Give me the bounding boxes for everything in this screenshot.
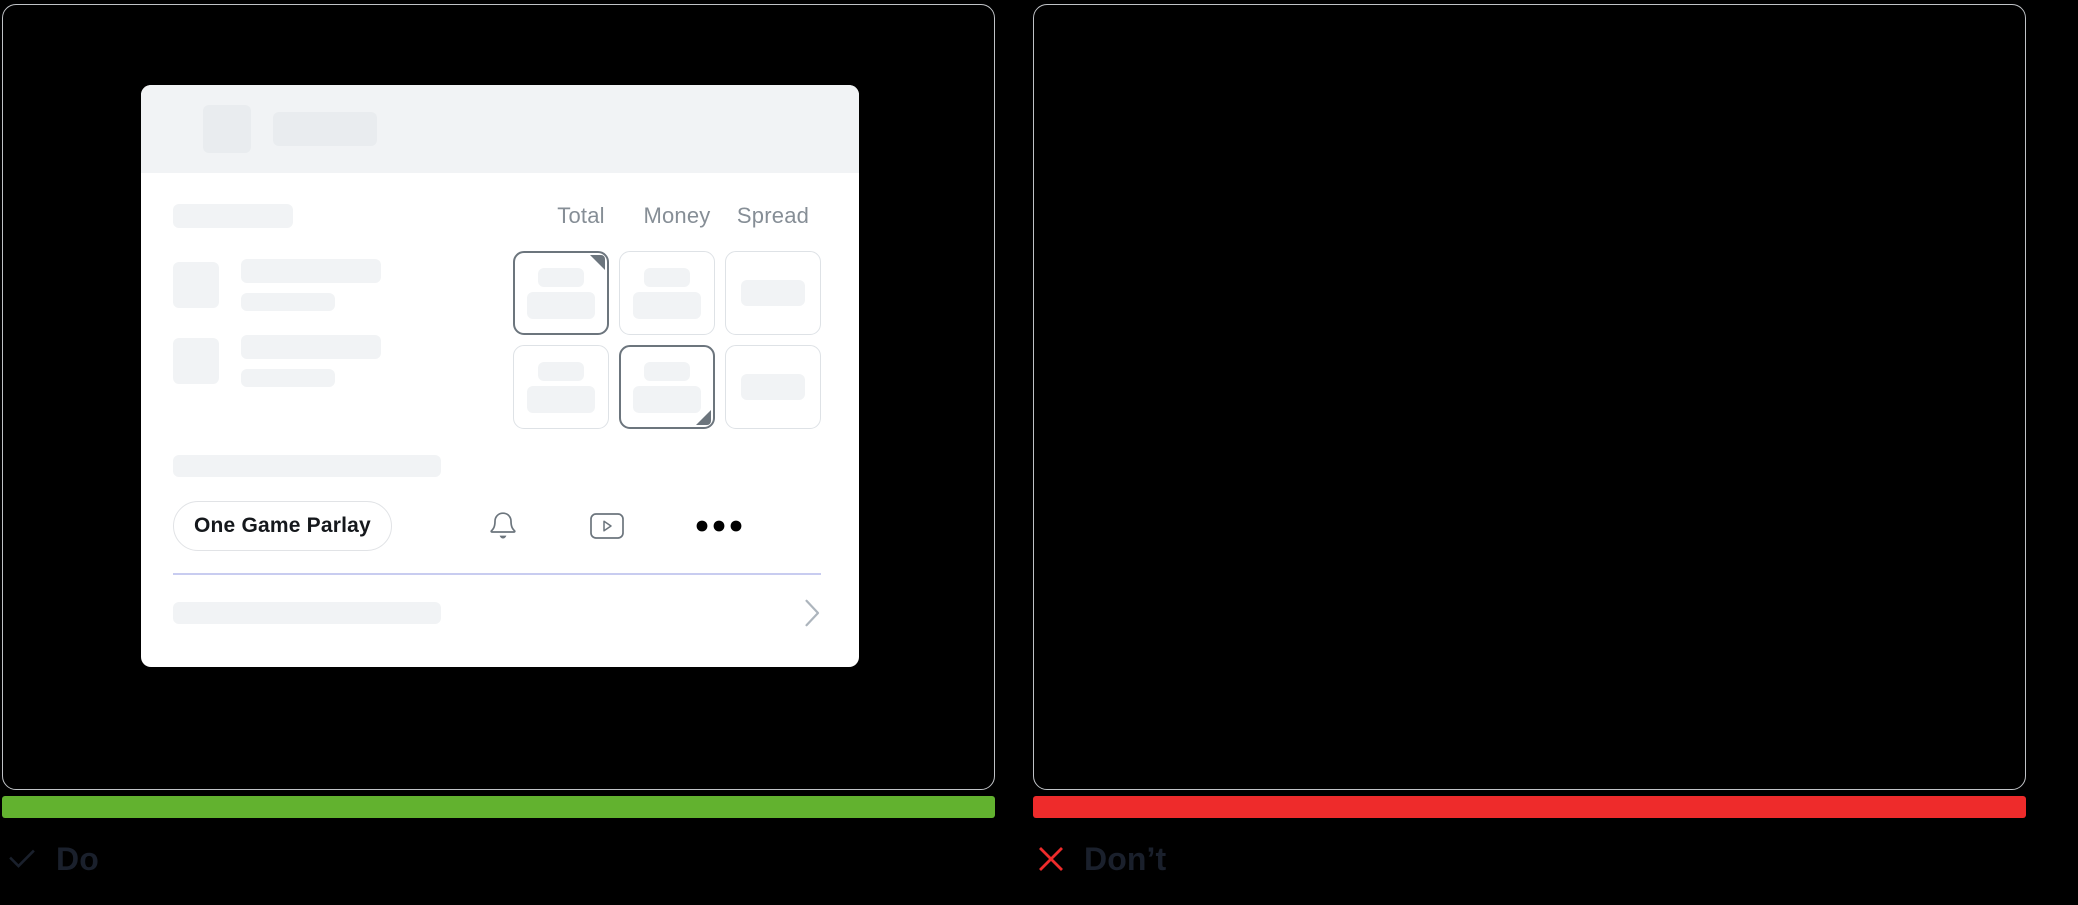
action-icon-group (488, 510, 742, 543)
odds-cell-spread-row2[interactable] (725, 345, 821, 429)
selected-corner-icon (696, 410, 711, 425)
odds-cell-money-row2[interactable] (619, 345, 715, 429)
note-placeholder (173, 455, 441, 477)
video-play-icon (590, 513, 624, 539)
section-divider (173, 573, 821, 575)
team-meta-placeholder (241, 293, 335, 311)
actions-row: One Game Parlay (173, 501, 821, 551)
team-text-placeholders (241, 259, 381, 311)
odds-line-placeholder (538, 361, 584, 381)
example-panel-dont: Total Money Spread (1033, 4, 2026, 790)
odds-grid (513, 251, 821, 429)
odds-price-placeholder (527, 291, 595, 319)
footer-placeholder (173, 602, 441, 624)
odds-line-placeholder (538, 267, 584, 287)
column-header-money: Money (643, 203, 711, 228)
table-row (173, 335, 381, 387)
one-game-parlay-button[interactable]: One Game Parlay (173, 501, 392, 551)
team-name-placeholder (241, 335, 381, 359)
team-list (173, 251, 381, 387)
header-logo-placeholder (203, 105, 251, 153)
odds-cell-money-row1[interactable] (619, 251, 715, 335)
header-title-placeholder (273, 112, 377, 146)
odds-price-placeholder (633, 385, 701, 413)
matchup-area (173, 229, 821, 429)
example-panel-do: Total Money Spread One Game Parlay (2, 4, 995, 790)
odds-column-headers: Total Money Spread (533, 203, 821, 229)
more-dots-icon (696, 520, 742, 532)
bell-icon (490, 511, 516, 538)
team-logo-placeholder (173, 338, 219, 384)
team-meta-placeholder (241, 369, 335, 387)
odds-price-placeholder (633, 291, 701, 319)
video-button[interactable] (590, 513, 624, 539)
section-title-placeholder (173, 204, 293, 228)
dont-status-bar (1033, 796, 2026, 818)
selected-corner-icon (590, 255, 605, 270)
comparison-stage: Total Money Spread One Game Parlay Do Do… (0, 0, 2078, 905)
odds-price-placeholder (741, 280, 805, 306)
odds-cell-total-row1[interactable] (513, 251, 609, 335)
odds-line-placeholder (644, 361, 690, 381)
chevron-right-icon[interactable] (804, 599, 821, 627)
team-name-placeholder (241, 259, 381, 283)
card-body: Total Money Spread One Game Parlay (141, 173, 859, 667)
column-header-total: Total (557, 203, 605, 228)
verdict-do: Do (8, 843, 99, 875)
verdict-label-do: Do (56, 841, 99, 877)
odds-price-placeholder (741, 374, 805, 400)
verdict-label-dont: Don’t (1084, 841, 1167, 877)
check-icon (9, 849, 35, 868)
notifications-button[interactable] (488, 510, 518, 543)
x-icon (1039, 847, 1063, 871)
team-text-placeholders (241, 335, 381, 387)
odds-price-placeholder (527, 385, 595, 413)
table-row (173, 259, 381, 311)
verdict-dont: Don’t (1038, 843, 1166, 875)
odds-line-placeholder (644, 267, 690, 287)
team-logo-placeholder (173, 262, 219, 308)
footer-row[interactable] (173, 599, 821, 627)
card-header (141, 85, 859, 173)
odds-cell-spread-row1[interactable] (725, 251, 821, 335)
odds-cell-total-row2[interactable] (513, 345, 609, 429)
betting-card-do: Total Money Spread One Game Parlay (141, 85, 859, 667)
do-status-bar (2, 796, 995, 818)
more-options-button[interactable] (696, 520, 742, 532)
column-header-spread: Spread (736, 203, 810, 228)
section-title-row: Total Money Spread (173, 173, 821, 229)
